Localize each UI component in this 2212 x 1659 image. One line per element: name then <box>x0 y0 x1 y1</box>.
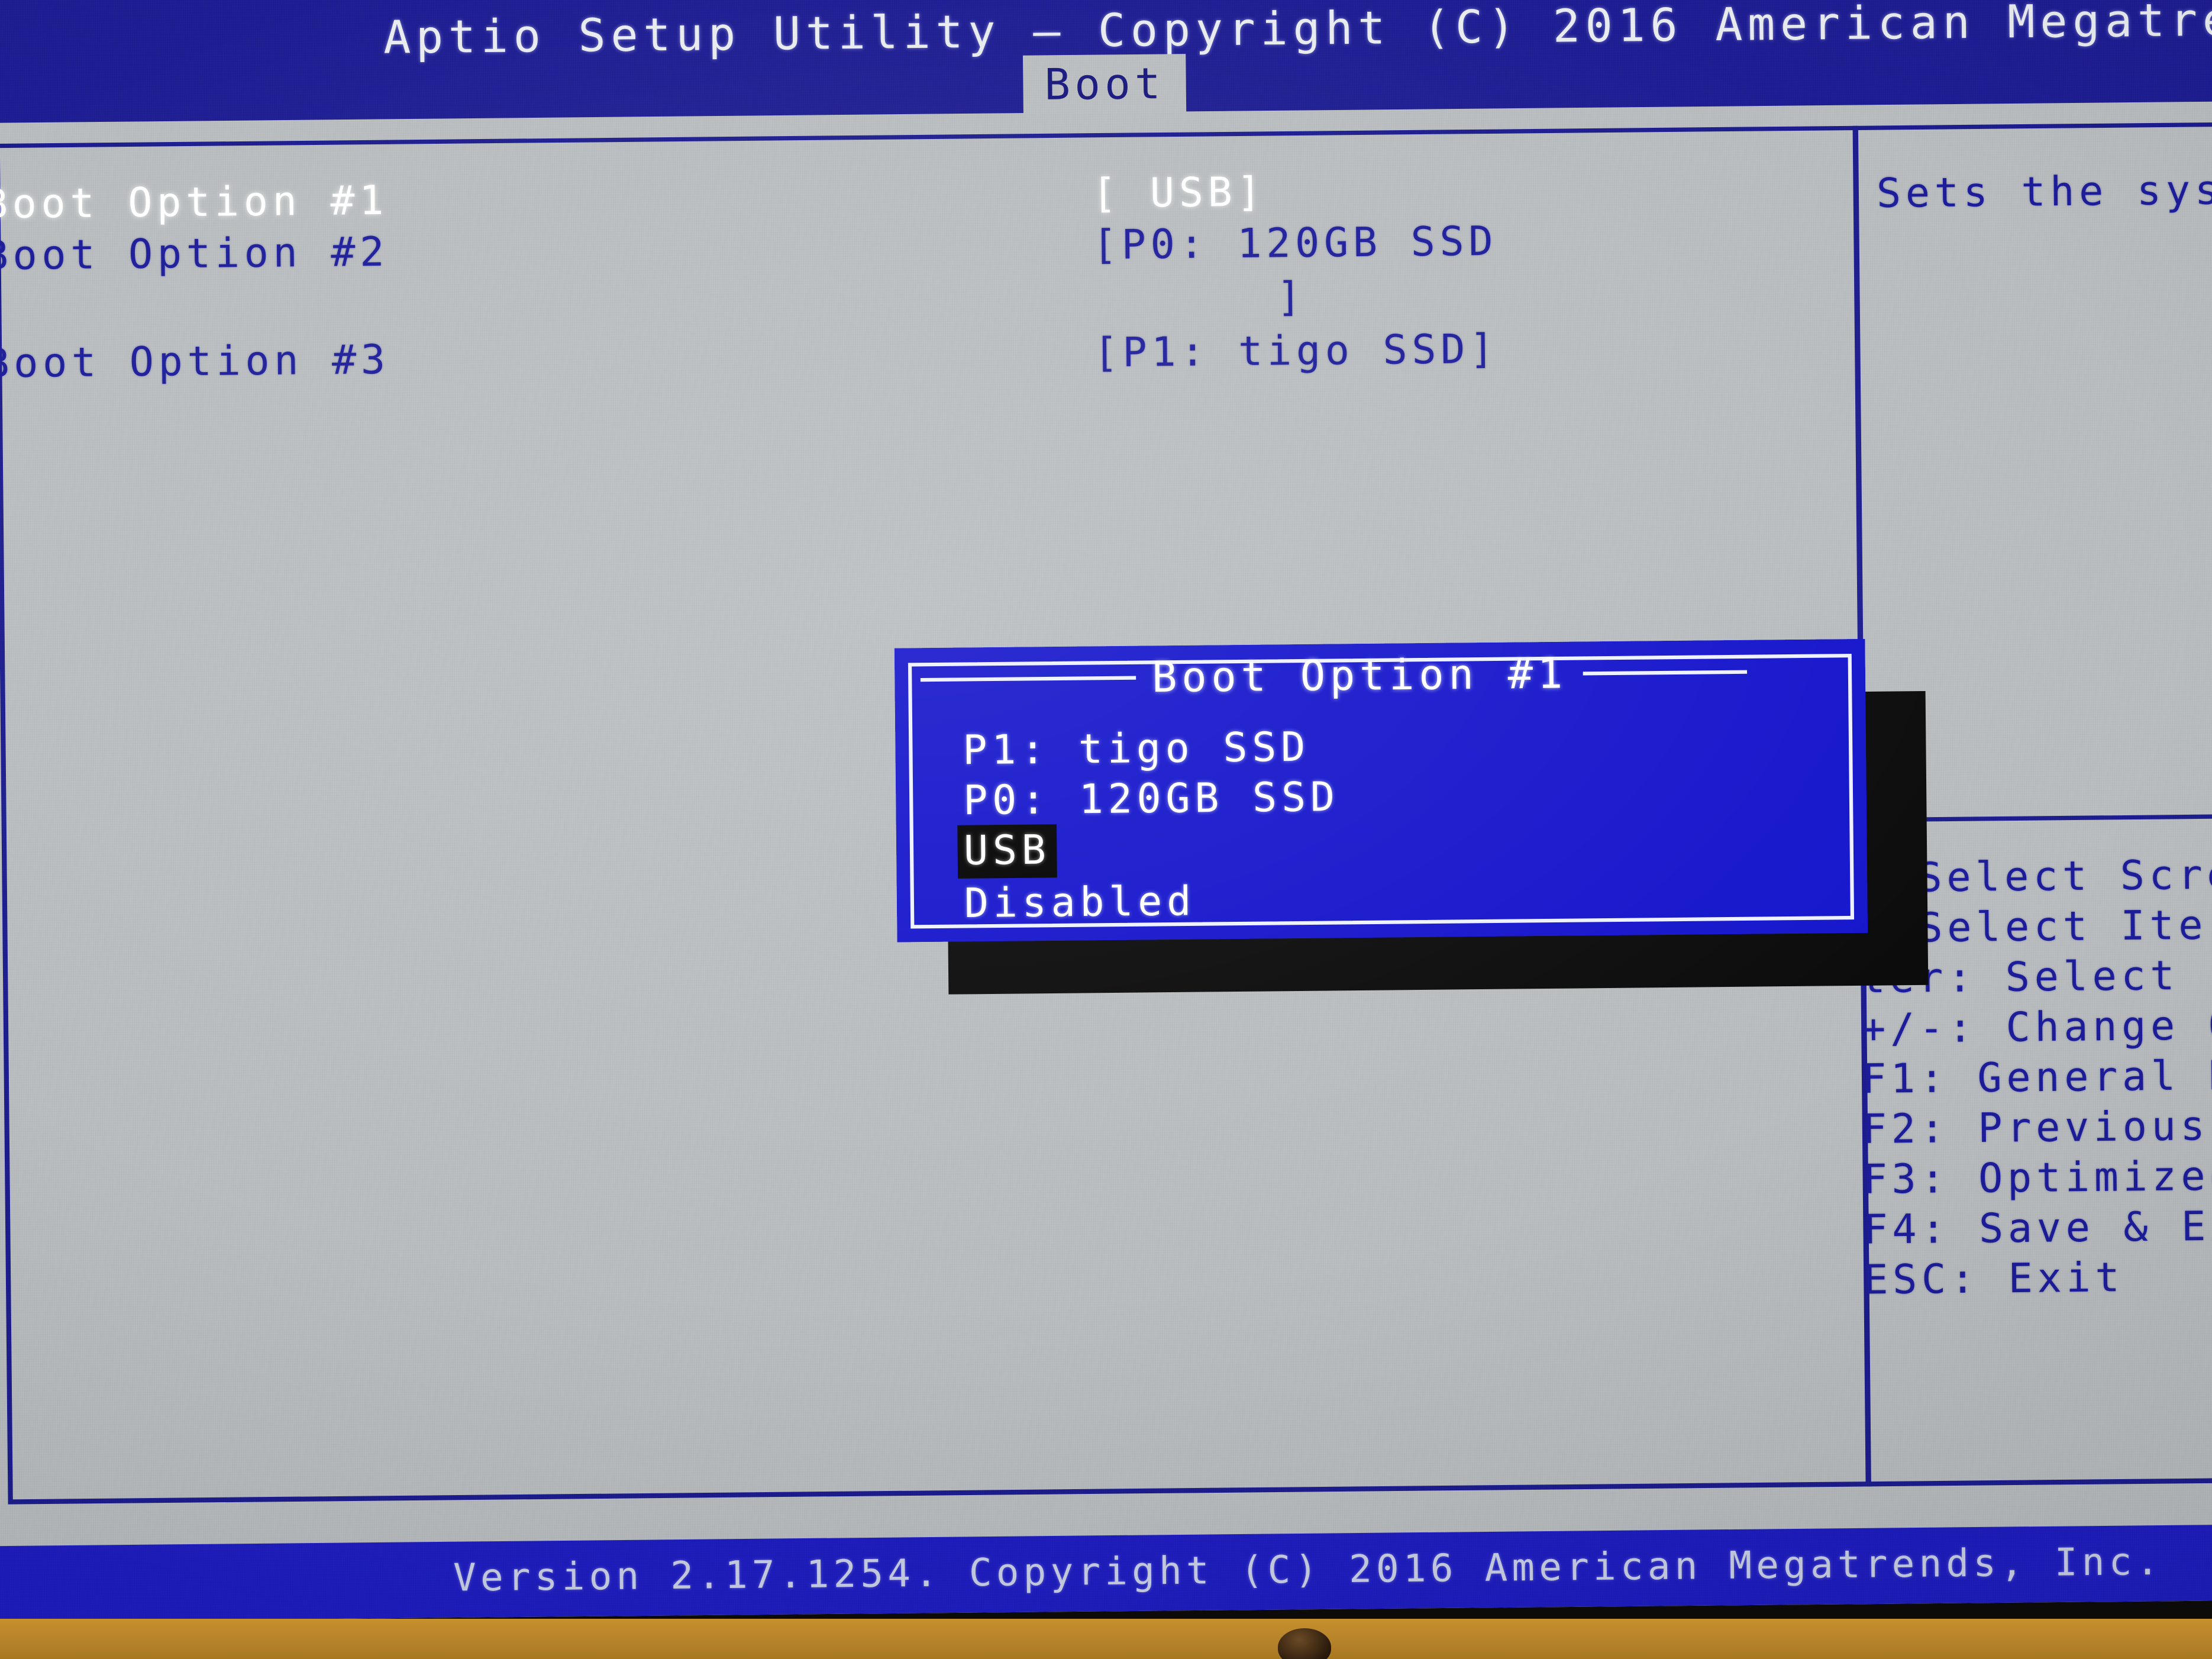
legend-f1-general-help: F1: General Hel <box>1861 1051 2212 1103</box>
dialog-item-disabled[interactable]: Disabled <box>958 876 1202 931</box>
frame-top-rule <box>0 122 2212 149</box>
desk-surface <box>0 1619 2212 1659</box>
legend-change-option: +/-: Change Opt <box>1861 1000 2212 1053</box>
boot-option-3-label[interactable]: Boot Option #3 <box>0 336 390 387</box>
boot-option-1-value[interactable]: [ USB] <box>1092 168 1266 217</box>
monitor-photo: Aptio Setup Utility – Copyright (C) 2016… <box>0 0 2212 1659</box>
legend-f3-optimized-defaults: F3: Optimized D <box>1862 1152 2212 1203</box>
frame-bottom-rule <box>8 1477 2212 1505</box>
legend-f4-save-and-exit: F4: Save & Exit <box>1863 1202 2212 1254</box>
dialog-title-bar: Boot Option #1 <box>912 645 1848 706</box>
boot-option-1-label[interactable]: Boot Option #1 <box>0 177 389 228</box>
dialog-item-p1-tigo-ssd[interactable]: P1: tigo SSD <box>957 721 1316 778</box>
page-title: Aptio Setup Utility – Copyright (C) 2016… <box>383 0 2212 64</box>
tab-boot[interactable]: Boot <box>1022 54 1187 115</box>
dialog-item-usb[interactable]: USB <box>957 824 1057 879</box>
boot-option-3-value[interactable]: [P1: tigo SSD] <box>1093 325 1499 376</box>
boot-option-2-value-continuation: ] <box>1276 273 1306 321</box>
title-bar: Aptio Setup Utility – Copyright (C) 2016… <box>0 0 2212 124</box>
dialog-inner-border: Boot Option #1 P1: tigo SSD P0: 120GB SS… <box>908 650 1855 931</box>
bios-screen: Aptio Setup Utility – Copyright (C) 2016… <box>0 0 2212 1622</box>
legend-f2-previous-values: F2: Previous Va <box>1862 1102 2210 1153</box>
dialog-title-rule-left <box>920 676 1136 682</box>
version-text: Version 2.17.1254. Copyright (C) 2016 Am… <box>453 1538 2163 1600</box>
dialog-title: Boot Option #1 <box>1151 649 1568 702</box>
dialog-title-rule-right <box>1583 670 1748 676</box>
legend-esc-exit: ESC: Exit <box>1863 1254 2124 1303</box>
boot-option-2-label[interactable]: Boot Option #2 <box>0 228 389 279</box>
help-description: Sets the syst <box>1876 166 2212 217</box>
boot-option-2-value[interactable]: [P0: 120GB SSD <box>1093 218 1498 269</box>
boot-option-dialog: Boot Option #1 P1: tigo SSD P0: 120GB SS… <box>894 638 1868 943</box>
dialog-item-p0-120gb-ssd[interactable]: P0: 120GB SSD <box>957 772 1345 828</box>
